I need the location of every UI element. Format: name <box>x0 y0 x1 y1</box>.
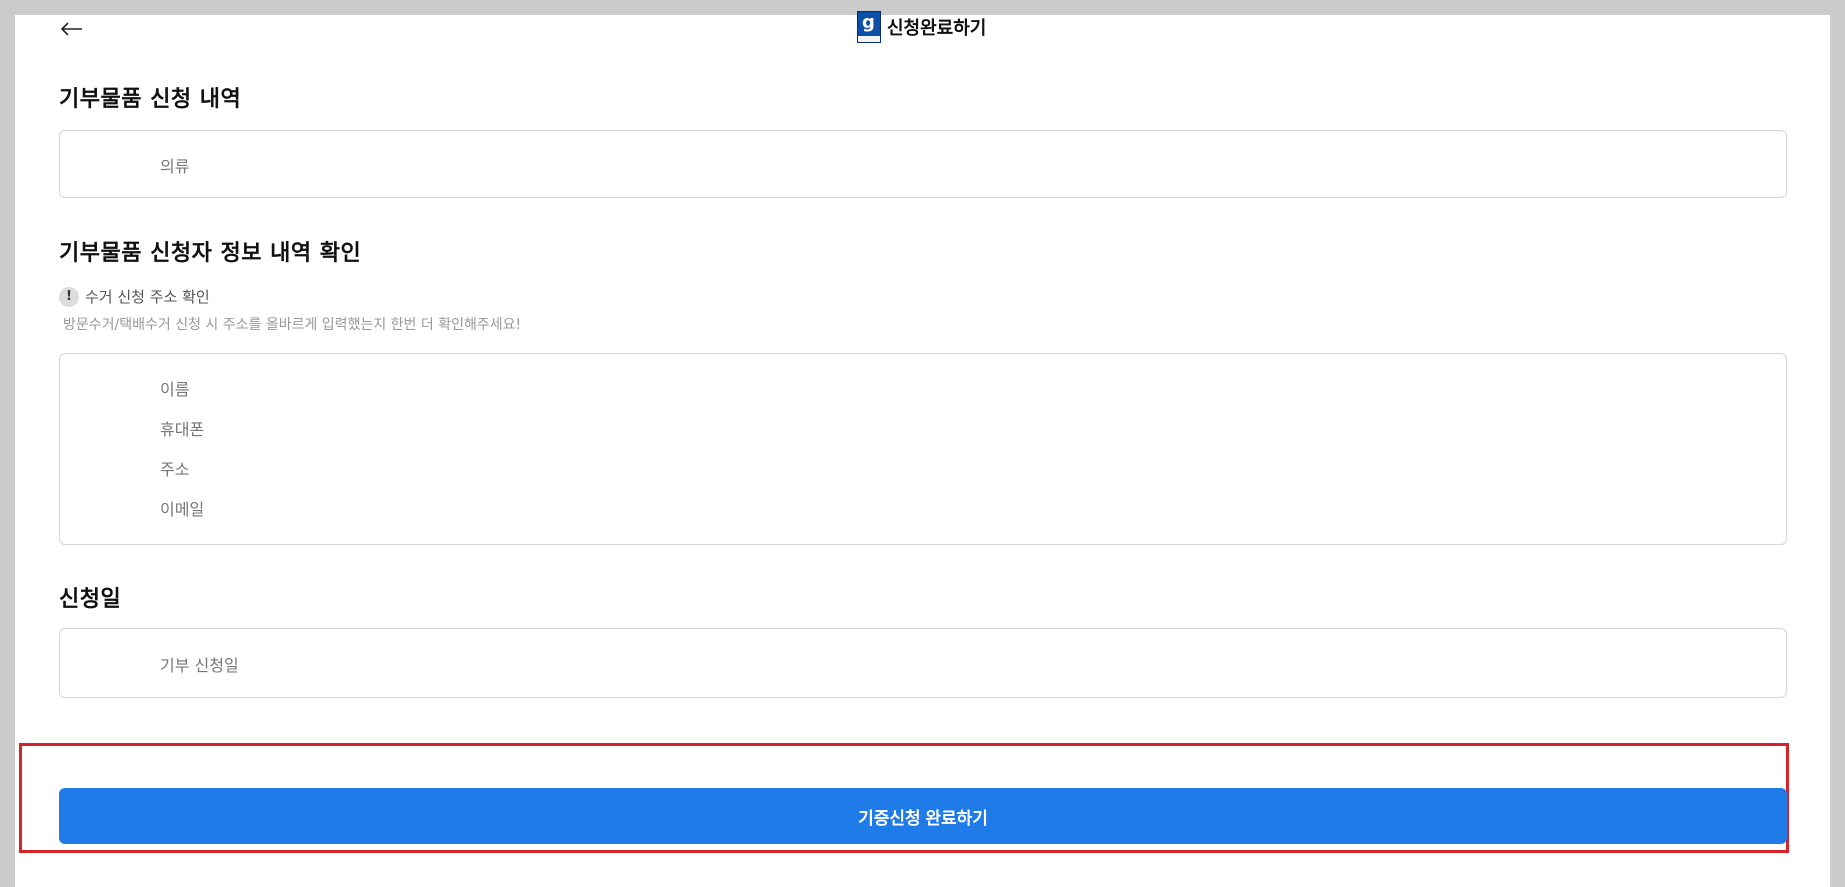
items-section-title: 기부물품 신청 내역 <box>59 87 242 112</box>
notice-title: 수거 신청 주소 확인 <box>85 288 210 306</box>
back-button[interactable] <box>57 15 87 43</box>
items-box: 의류 <box>59 130 1787 198</box>
notice-description: 방문수거/택배수거 신청 시 주소를 올바르게 입력했는지 한번 더 확인해주세… <box>63 317 522 333</box>
top-bar: g 신청완료하기 <box>15 11 1830 55</box>
date-box: 기부 신청일 <box>59 628 1787 698</box>
arrow-left-icon <box>61 22 82 36</box>
applicant-name-label: 이름 <box>160 380 190 399</box>
applicant-section-title: 기부물품 신청자 정보 내역 확인 <box>59 241 362 266</box>
item-row-label: 의류 <box>160 157 190 176</box>
address-notice: ! 수거 신청 주소 확인 <box>59 286 210 307</box>
date-section-title: 신청일 <box>59 587 122 612</box>
logo-letter: g <box>862 12 875 33</box>
exclamation-icon: ! <box>59 286 79 307</box>
goodwill-logo: g <box>857 11 881 43</box>
complete-donation-button[interactable]: 기증신청 완료하기 <box>59 788 1787 844</box>
page-title: 신청완료하기 <box>887 18 987 39</box>
applicant-address-label: 주소 <box>160 460 190 479</box>
applicant-phone-label: 휴대폰 <box>160 420 205 439</box>
donation-date-label: 기부 신청일 <box>160 656 239 675</box>
applicant-info-box: 이름 휴대폰 주소 이메일 <box>59 353 1787 545</box>
brand: g 신청완료하기 <box>857 9 986 45</box>
applicant-email-label: 이메일 <box>160 500 205 519</box>
